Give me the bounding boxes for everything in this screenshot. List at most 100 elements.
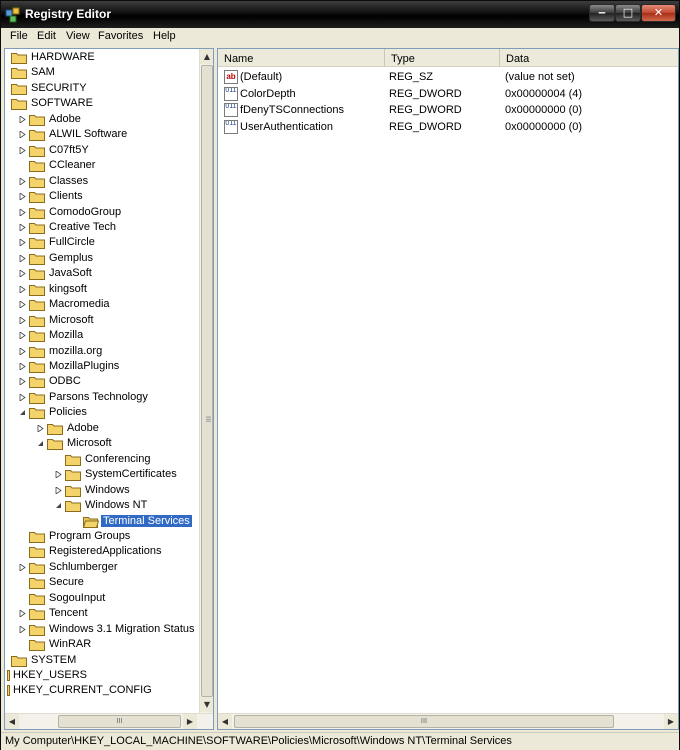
expand-arrow-icon[interactable] xyxy=(19,115,26,123)
collapse-arrow-icon[interactable] xyxy=(37,440,44,447)
expand-arrow-icon[interactable] xyxy=(19,239,26,247)
tree-node[interactable]: FullCircle xyxy=(5,235,199,250)
expand-arrow-icon[interactable] xyxy=(19,393,26,401)
menu-view[interactable]: View xyxy=(66,30,90,42)
tree-node[interactable]: SECURITY xyxy=(5,81,199,96)
title-bar[interactable]: Registry Editor ‒ □ ✕ xyxy=(1,1,679,28)
tree-node[interactable]: Mozilla xyxy=(5,328,199,343)
scroll-down-button[interactable]: ▼ xyxy=(200,697,213,712)
maximize-button[interactable]: □ xyxy=(615,4,641,22)
close-button[interactable]: ✕ xyxy=(641,4,676,22)
tree-node[interactable]: ODBC xyxy=(5,374,199,389)
values-horizontal-scrollbar[interactable]: ◀ III ▶ xyxy=(218,713,678,729)
collapse-arrow-icon[interactable] xyxy=(55,502,62,509)
tree-node[interactable]: mozilla.org xyxy=(5,344,199,359)
tree-node[interactable]: Secure xyxy=(5,575,199,590)
tree-node[interactable]: JavaSoft xyxy=(5,266,199,281)
tree-node[interactable]: Adobe xyxy=(5,421,199,436)
value-row[interactable]: 011 UserAuthentication REG_DWORD 0x00000000… xyxy=(218,119,678,135)
tree-node[interactable]: Microsoft xyxy=(5,313,199,328)
expand-arrow-icon[interactable] xyxy=(19,363,26,370)
menu-edit[interactable]: Edit xyxy=(37,30,56,42)
tree-node[interactable]: WinRAR xyxy=(5,637,199,652)
tree-node[interactable]: Program Groups xyxy=(5,529,199,544)
menu-favorites[interactable]: Favorites xyxy=(98,30,143,42)
values-scroll-right-button[interactable]: ▶ xyxy=(664,714,678,729)
tree-node[interactable]: Tencent xyxy=(5,606,199,621)
tree-node[interactable]: Schlumberger xyxy=(5,560,199,575)
expand-arrow-icon[interactable] xyxy=(19,332,26,340)
tree-node[interactable]: Windows 3.1 Migration Status xyxy=(5,622,199,637)
tree-node[interactable]: SOFTWARE xyxy=(5,96,199,111)
registry-values-list[interactable]: Name Type Data ab (Default) REG_SZ (value n… xyxy=(217,48,679,730)
registry-key-tree[interactable]: HARDWARE SAM SECURITY SOFTWARE Adobe ALWIL So… xyxy=(4,48,214,730)
tree-node[interactable]: SogouInput xyxy=(5,591,199,606)
expand-arrow-icon[interactable] xyxy=(19,131,26,139)
column-header-type[interactable]: Type xyxy=(385,49,500,67)
value-row[interactable]: ab (Default) REG_SZ (value not set) xyxy=(218,69,678,85)
tree-node[interactable]: SAM xyxy=(5,65,199,80)
tree-node[interactable]: Parsons Technology xyxy=(5,390,199,405)
tree-node[interactable]: Classes xyxy=(5,174,199,189)
tree-node[interactable]: ALWIL Software xyxy=(5,127,199,142)
expand-arrow-icon[interactable] xyxy=(19,347,26,355)
tree-node[interactable]: SystemCertificates xyxy=(5,467,199,482)
expand-arrow-icon[interactable] xyxy=(55,471,62,479)
expand-arrow-icon[interactable] xyxy=(37,424,44,432)
tree-node[interactable]: Windows NT xyxy=(5,498,199,513)
expand-arrow-icon[interactable] xyxy=(19,625,26,633)
expand-arrow-icon[interactable] xyxy=(19,563,26,571)
expand-arrow-icon[interactable] xyxy=(19,610,26,618)
tree-vertical-scrollbar[interactable]: ▲ III ▼ xyxy=(199,49,213,713)
expand-arrow-icon[interactable] xyxy=(19,177,26,185)
tree-node[interactable]: RegisteredApplications xyxy=(5,544,199,559)
menu-help[interactable]: Help xyxy=(153,30,176,42)
tree-node[interactable]: C07ft5Y xyxy=(5,143,199,158)
expand-arrow-icon[interactable] xyxy=(19,316,26,324)
tree-vertical-scroll-thumb[interactable]: III xyxy=(201,65,213,697)
folder-icon xyxy=(29,562,45,574)
tree-node[interactable]: HARDWARE xyxy=(5,50,199,65)
tree-node[interactable]: Macromedia xyxy=(5,297,199,312)
expand-arrow-icon[interactable] xyxy=(19,301,26,309)
expand-arrow-icon[interactable] xyxy=(19,254,26,262)
column-header-name[interactable]: Name xyxy=(218,49,385,67)
collapse-arrow-icon[interactable] xyxy=(19,409,26,416)
tree-node[interactable]: Conferencing xyxy=(5,452,199,467)
scroll-up-button[interactable]: ▲ xyxy=(200,49,213,64)
tree-node[interactable]: CCleaner xyxy=(5,158,199,173)
scroll-left-button[interactable]: ◀ xyxy=(5,714,19,729)
tree-node[interactable]: Policies xyxy=(5,405,199,420)
tree-node[interactable]: Clients xyxy=(5,189,199,204)
scroll-right-button[interactable]: ▶ xyxy=(183,714,197,729)
expand-arrow-icon[interactable] xyxy=(19,208,26,216)
expand-arrow-icon[interactable] xyxy=(55,486,62,494)
tree-node[interactable]: Microsoft xyxy=(5,436,199,451)
tree-node[interactable]: Windows xyxy=(5,483,199,498)
expand-arrow-icon[interactable] xyxy=(19,285,26,293)
tree-horizontal-scroll-thumb[interactable]: III xyxy=(58,715,181,728)
menu-file[interactable]: File xyxy=(10,30,28,42)
tree-horizontal-scrollbar[interactable]: ◀ III ▶ xyxy=(5,713,213,729)
tree-node[interactable]: HKEY_CURRENT_CONFIG xyxy=(5,683,199,698)
expand-arrow-icon[interactable] xyxy=(19,270,26,278)
tree-node[interactable]: Creative Tech xyxy=(5,220,199,235)
tree-node[interactable]: Terminal Services xyxy=(5,513,199,529)
tree-node[interactable]: ComodoGroup xyxy=(5,205,199,220)
minimize-button[interactable]: ‒ xyxy=(589,4,615,22)
values-scroll-left-button[interactable]: ◀ xyxy=(218,714,232,729)
tree-node[interactable]: HKEY_USERS xyxy=(5,668,199,683)
tree-node[interactable]: kingsoft xyxy=(5,282,199,297)
tree-node[interactable]: Adobe xyxy=(5,112,199,127)
expand-arrow-icon[interactable] xyxy=(19,378,26,386)
expand-arrow-icon[interactable] xyxy=(19,193,26,201)
column-header-data[interactable]: Data xyxy=(500,49,678,67)
expand-arrow-icon[interactable] xyxy=(19,146,26,154)
values-horizontal-scroll-thumb[interactable]: III xyxy=(234,715,614,728)
value-row[interactable]: 011 fDenyTSConnections REG_DWORD 0x00000000… xyxy=(218,102,678,118)
value-row[interactable]: 011 ColorDepth REG_DWORD 0x00000004 (4) xyxy=(218,86,678,102)
tree-node[interactable]: Gemplus xyxy=(5,251,199,266)
tree-node[interactable]: SYSTEM xyxy=(5,653,199,668)
tree-node[interactable]: MozillaPlugins xyxy=(5,359,199,374)
expand-arrow-icon[interactable] xyxy=(19,223,26,231)
